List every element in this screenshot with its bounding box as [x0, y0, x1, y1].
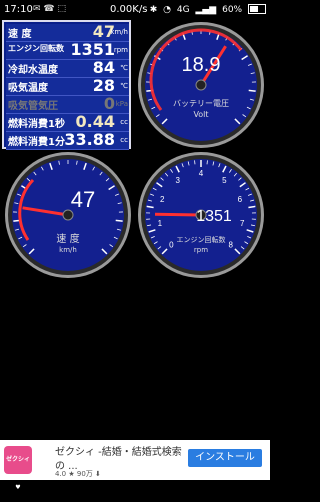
gauge-tick [116, 220, 123, 221]
battery-percent: 60% [222, 5, 242, 15]
gauge-value: 1351 [196, 208, 232, 225]
row-value: 0 [104, 94, 115, 113]
wifi-icon: ◔ [163, 5, 171, 15]
ad-rating: 4.0 [55, 470, 66, 478]
gauge-needle [155, 214, 201, 215]
rpm-tick-label: 0 [169, 241, 174, 250]
rpm-tick-label: 3 [175, 176, 180, 185]
rpm-tick-label: 8 [228, 241, 233, 250]
gauge-label: 速 度 [56, 232, 79, 245]
rpm-tick-label: 1 [158, 219, 163, 228]
rpm-tick-label: 4 [199, 169, 204, 178]
row-unit: cc [120, 136, 128, 144]
rpm-tick-label: 5 [222, 176, 227, 185]
gauge-tick [249, 90, 256, 91]
ad-downloads: 90万 [77, 470, 93, 478]
notification-icons: ✉ ☎ ⬚ [33, 4, 66, 14]
gauge-label: バッテリー電圧 [173, 99, 229, 108]
gauge-unit: km/h [59, 246, 77, 254]
row-unit: ℃ [120, 82, 128, 90]
rpm-gauge-graphic: 0 1 2 3 4 5 6 7 8 1351 エンジン回転数 rpm [136, 150, 266, 280]
row-value: 1351 [70, 40, 115, 59]
voltage-gauge-graphic: 18.9 バッテリー電圧 Volt [136, 20, 266, 150]
speed-gauge[interactable]: 47 速 度 km/h [3, 150, 133, 280]
battery-icon [248, 4, 266, 14]
speed-gauge-graphic: 47 速 度 km/h [3, 150, 133, 280]
install-button[interactable]: インストール [188, 449, 262, 467]
status-bar: 17:10 ✉ ☎ ⬚ 0.00K/s ✱ ◔ 4G ▂▄▆ 60% [0, 0, 270, 20]
gauge-unit: Volt [193, 110, 208, 119]
ad-title[interactable]: ゼクシィ -結婚・結婚式検索 [55, 443, 182, 458]
row-unit: km/h [110, 28, 128, 36]
rpm-tick-label: 2 [160, 195, 165, 204]
row-label: 吸気温度 [8, 79, 48, 94]
gauge-value: 47 [71, 187, 95, 212]
row-value: 0.44 [76, 112, 115, 131]
row-label: エンジン回転数 [8, 43, 64, 54]
row-value: 84 [93, 58, 115, 77]
ad-app-logo[interactable]: ゼクシィ♥ [4, 446, 32, 474]
ad-meta: 4.0 ★ 90万 ⬇ [55, 469, 101, 479]
row-value: 28 [93, 76, 115, 95]
row-unit: rpm [114, 46, 128, 54]
signal-icon: ▂▄▆ [195, 5, 216, 15]
row-label: 燃料消費1秒 [8, 115, 65, 130]
row-label: 速 度 [8, 25, 31, 40]
row-unit: kPa [116, 100, 128, 108]
rpm-tick-label: 6 [238, 195, 243, 204]
gauge-unit: rpm [194, 246, 208, 254]
row-label: 吸気管気圧 [8, 97, 58, 112]
row-value: 33.88 [64, 130, 115, 149]
status-net-speed: 0.00K/s [110, 4, 147, 15]
rpm-gauge[interactable]: 0 1 2 3 4 5 6 7 8 1351 エンジン回転数 rpm [136, 150, 266, 280]
row-label: 燃料消費1分 [8, 133, 65, 148]
rpm-tick-label: 7 [240, 219, 245, 228]
row-fuel-per-min: 燃料消費1分 33.88 cc [6, 132, 129, 150]
star-icon: ★ [68, 470, 74, 478]
bluetooth-icon: ✱ [150, 5, 158, 15]
network-type: 4G [177, 5, 190, 15]
row-label: 冷却水温度 [8, 61, 58, 76]
status-time: 17:10 [4, 4, 33, 15]
voltage-gauge[interactable]: 18.9 バッテリー電圧 Volt [136, 20, 266, 150]
gauge-value: 18.9 [182, 54, 221, 76]
row-unit: cc [120, 118, 128, 126]
ad-banner[interactable]: ゼクシィ♥ ゼクシィ -結婚・結婚式検索 の ... 4.0 ★ 90万 ⬇ イ… [0, 440, 270, 480]
status-right: ✱ ◔ 4G ▂▄▆ 60% [147, 4, 266, 15]
gauge-label: エンジン回転数 [177, 235, 226, 244]
obd-data-panel[interactable]: 速 度 47 km/h エンジン回転数 1351 rpm 冷却水温度 84 ℃ … [2, 20, 131, 149]
row-unit: ℃ [120, 64, 128, 72]
download-icon: ⬇ [95, 470, 101, 478]
